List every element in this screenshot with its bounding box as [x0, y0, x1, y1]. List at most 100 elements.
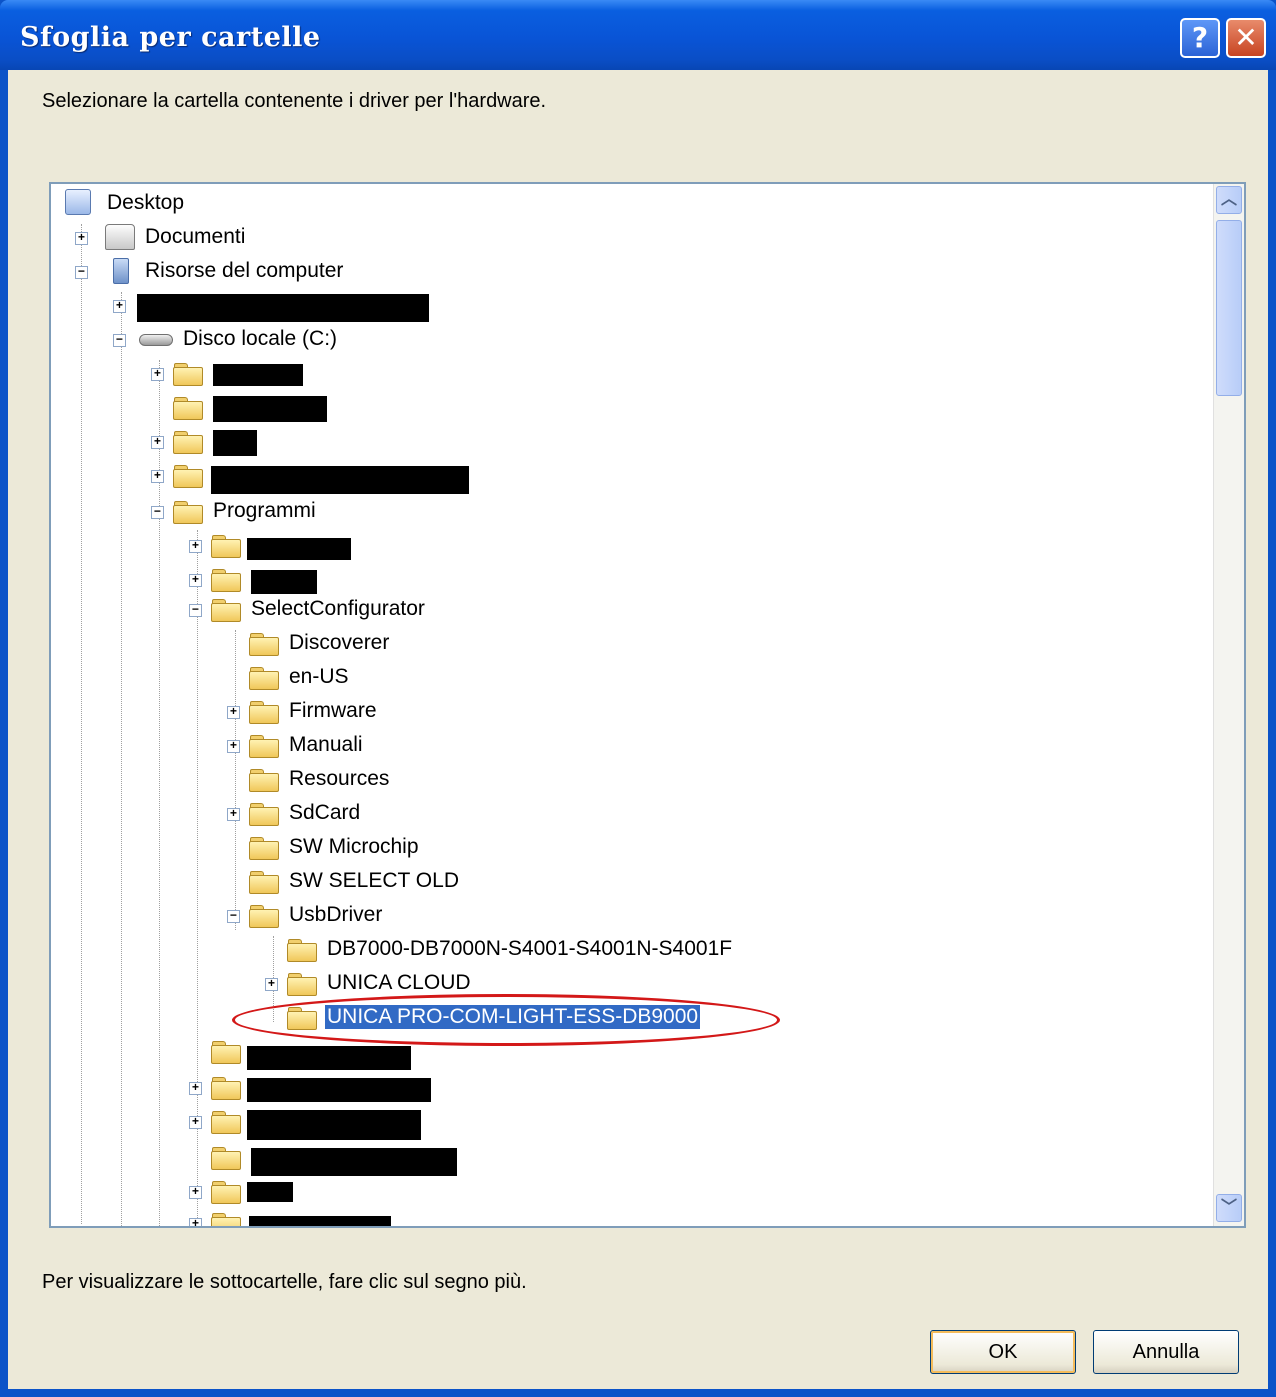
folder-icon — [211, 1040, 241, 1064]
expand-plus-icon[interactable]: + — [189, 574, 202, 587]
tree-item-redacted-folder[interactable] — [189, 1142, 489, 1176]
folder-icon — [287, 938, 317, 962]
redacted-label — [247, 1046, 411, 1070]
expand-plus-icon[interactable]: + — [227, 706, 240, 719]
tree-item-redacted-folder[interactable]: + — [189, 1208, 449, 1226]
tree-item-label: UsbDriver — [289, 903, 383, 926]
tree-item-label: en-US — [289, 665, 349, 688]
cancel-button[interactable]: Annulla — [1093, 1330, 1239, 1374]
tree-item-label: SelectConfigurator — [251, 597, 425, 620]
redacted-label — [247, 538, 351, 560]
folder-icon — [249, 666, 279, 690]
collapse-minus-icon[interactable]: − — [113, 334, 126, 347]
expand-plus-icon[interactable]: + — [151, 436, 164, 449]
tree-item-redacted-folder[interactable]: + — [151, 460, 491, 494]
tree-item-label: Firmware — [289, 699, 377, 722]
hint-text: Per visualizzare le sottocartelle, fare … — [42, 1271, 527, 1293]
redacted-label — [249, 1216, 391, 1226]
collapse-minus-icon[interactable]: − — [151, 506, 164, 519]
tree-item-label: Documenti — [145, 225, 246, 248]
tree-item-label: Risorse del computer — [145, 259, 344, 282]
expand-plus-icon[interactable]: + — [189, 540, 202, 553]
tree-item-label: Discoverer — [289, 631, 390, 654]
folder-icon — [287, 972, 317, 996]
browse-folder-dialog: Sfoglia per cartelle ? ✕ Selezionare la … — [0, 0, 1276, 1397]
open-folder-icon — [249, 904, 279, 928]
expand-plus-icon[interactable]: + — [75, 232, 88, 245]
collapse-minus-icon[interactable]: − — [75, 266, 88, 279]
folder-icon — [249, 870, 279, 894]
tree-item-redacted-drive[interactable]: + — [113, 290, 433, 322]
tree-item-redacted-folder[interactable] — [189, 1036, 429, 1070]
redacted-label — [213, 430, 257, 456]
scroll-thumb[interactable] — [1216, 220, 1242, 396]
desktop-icon — [65, 189, 91, 215]
tree-item-redacted-folder[interactable]: + — [151, 426, 311, 458]
folder-icon — [287, 1006, 317, 1030]
collapse-minus-icon[interactable]: − — [227, 910, 240, 923]
hard-drive-icon — [139, 334, 173, 346]
expand-plus-icon[interactable]: + — [227, 808, 240, 821]
folder-icon — [211, 568, 241, 592]
folder-icon — [211, 1146, 241, 1170]
redacted-label — [213, 396, 327, 422]
collapse-minus-icon[interactable]: − — [189, 604, 202, 617]
expand-plus-icon[interactable]: + — [189, 1082, 202, 1095]
folder-icon — [173, 430, 203, 454]
expand-plus-icon[interactable]: + — [265, 978, 278, 991]
redacted-label — [247, 1078, 431, 1102]
expand-plus-icon[interactable]: + — [189, 1116, 202, 1129]
redacted-label — [213, 364, 303, 386]
tree-item-label: SW Microchip — [289, 835, 419, 858]
tree-item-label: DB7000-DB7000N-S4001-S4001N-S4001F — [327, 937, 733, 960]
tree-item-redacted-folder[interactable]: + — [189, 1072, 449, 1104]
tree-item-redacted-folder[interactable]: + — [189, 530, 409, 562]
tree-line — [81, 224, 82, 1224]
folder-icon — [211, 534, 241, 558]
folder-icon — [211, 1076, 241, 1100]
redacted-label — [251, 570, 317, 594]
instruction-text: Selezionare la cartella contenente i dri… — [42, 90, 547, 112]
tree-item-label: Desktop — [107, 191, 185, 214]
help-button[interactable]: ? — [1180, 18, 1220, 58]
tree-item-redacted-folder[interactable]: + — [189, 1176, 389, 1208]
scroll-down-button[interactable]: ﹀ — [1216, 1194, 1242, 1222]
tree-item-redacted-folder[interactable]: + — [151, 358, 331, 390]
tree-item-label: Manuali — [289, 733, 363, 756]
tree-item-label: Programmi — [213, 499, 316, 522]
title-bar[interactable]: Sfoglia per cartelle ? ✕ — [0, 0, 1276, 70]
folder-icon — [249, 802, 279, 826]
folder-icon — [211, 1212, 241, 1226]
folder-icon — [249, 734, 279, 758]
expand-plus-icon[interactable]: + — [113, 300, 126, 313]
folder-icon — [173, 362, 203, 386]
expand-plus-icon[interactable]: + — [189, 1186, 202, 1199]
expand-plus-icon[interactable]: + — [227, 740, 240, 753]
tree-item-redacted-folder[interactable] — [151, 392, 351, 424]
redacted-label — [247, 1182, 293, 1202]
vertical-scrollbar[interactable]: ︿ ﹀ — [1213, 184, 1244, 1226]
expand-plus-icon[interactable]: + — [189, 1218, 202, 1226]
expand-plus-icon[interactable]: + — [151, 470, 164, 483]
folder-icon — [249, 836, 279, 860]
tree-item-label: UNICA CLOUD — [327, 971, 471, 994]
open-folder-icon — [211, 598, 241, 622]
tree-item-label: Resources — [289, 767, 390, 790]
expand-plus-icon[interactable]: + — [151, 368, 164, 381]
scroll-up-button[interactable]: ︿ — [1216, 186, 1242, 214]
close-button[interactable]: ✕ — [1226, 18, 1266, 58]
ok-button[interactable]: OK — [930, 1330, 1076, 1374]
redacted-label — [247, 1110, 421, 1140]
folder-icon — [173, 396, 203, 420]
folder-tree[interactable]: Desktop + Documenti − Risorse del comput… — [49, 182, 1246, 1228]
folder-icon — [249, 700, 279, 724]
open-folder-icon — [173, 500, 203, 524]
redacted-label — [251, 1148, 457, 1176]
redacted-label — [137, 294, 429, 322]
folder-icon — [211, 1110, 241, 1134]
computer-icon — [113, 258, 129, 284]
tree-item-redacted-folder[interactable]: + — [189, 564, 389, 596]
tree-item-label: SdCard — [289, 801, 361, 824]
window-title: Sfoglia per cartelle — [20, 22, 321, 53]
tree-item-redacted-folder[interactable]: + — [189, 1106, 449, 1140]
